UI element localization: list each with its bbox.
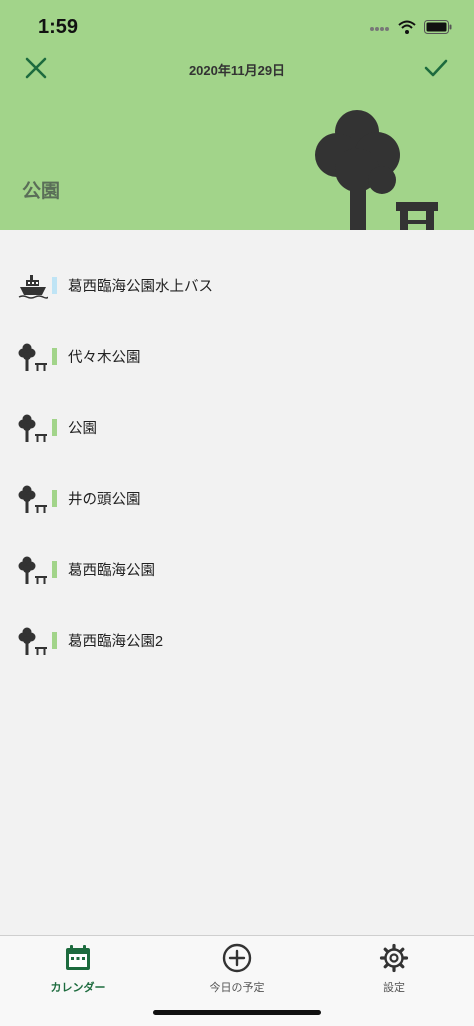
list-item[interactable]: 葛西臨海公園水上バス — [0, 250, 474, 321]
status-time: 1:59 — [38, 16, 79, 38]
list-item-label: 葛西臨海公園 — [68, 563, 155, 579]
tab-settings[interactable]: 設定 — [339, 942, 449, 998]
list-item[interactable]: 葛西臨海公園 — [0, 534, 474, 605]
category-color-bar — [52, 277, 57, 294]
category-color-bar — [52, 348, 57, 365]
tab-calendar[interactable]: カレンダー — [23, 942, 133, 998]
tab-today-label: 今日の予定 — [209, 982, 265, 994]
tree-bench-icon — [312, 110, 442, 230]
home-indicator — [153, 1010, 321, 1015]
list-item-label: 井の頭公園 — [68, 492, 141, 508]
list-item[interactable]: 葛西臨海公園2 — [0, 605, 474, 676]
nav-title: 2020年11月29日 — [188, 63, 286, 78]
list-item[interactable]: 公園 — [0, 392, 474, 463]
category-color-bar — [52, 490, 57, 507]
list-item[interactable]: 代々木公園 — [0, 321, 474, 392]
plus-circle-icon — [221, 942, 253, 974]
list-item-label: 代々木公園 — [68, 350, 141, 366]
calendar-icon — [62, 942, 94, 974]
list-item-label: 葛西臨海公園2 — [68, 634, 164, 650]
gear-icon — [378, 942, 410, 974]
tree-bench-icon — [18, 413, 48, 443]
status-bar: 1:59 — [0, 0, 474, 54]
header: 1:59 2020年11月29日 公園 — [0, 0, 474, 230]
tab-today[interactable]: 今日の予定 — [182, 942, 292, 998]
tree-bench-icon — [18, 484, 48, 514]
wifi-icon — [398, 19, 416, 38]
list-item-label: 公園 — [68, 421, 97, 437]
cellular-signal-icon — [370, 19, 390, 38]
tree-bench-icon — [18, 555, 48, 585]
category-color-bar — [52, 632, 57, 649]
list-item[interactable]: 井の頭公園 — [0, 463, 474, 534]
done-button[interactable] — [420, 54, 452, 86]
category-color-bar — [52, 419, 57, 436]
tree-bench-illustration — [312, 110, 442, 230]
category-title: 公園 — [22, 181, 61, 202]
tab-calendar-label: カレンダー — [50, 982, 106, 994]
tree-bench-icon — [18, 342, 48, 372]
status-icons — [370, 18, 452, 38]
nav-bar: 2020年11月29日 — [0, 50, 474, 90]
checkmark-icon — [424, 58, 448, 82]
boat-icon — [18, 271, 48, 301]
tab-settings-label: 設定 — [383, 982, 405, 994]
battery-icon — [424, 19, 452, 38]
category-color-bar — [52, 561, 57, 578]
list-item-label: 葛西臨海公園水上バス — [68, 279, 213, 295]
tree-bench-icon — [18, 626, 48, 656]
place-list: 葛西臨海公園水上バス 代々木公園公園井の頭公園葛西臨海公園 葛西臨海公園2 — [0, 250, 474, 676]
